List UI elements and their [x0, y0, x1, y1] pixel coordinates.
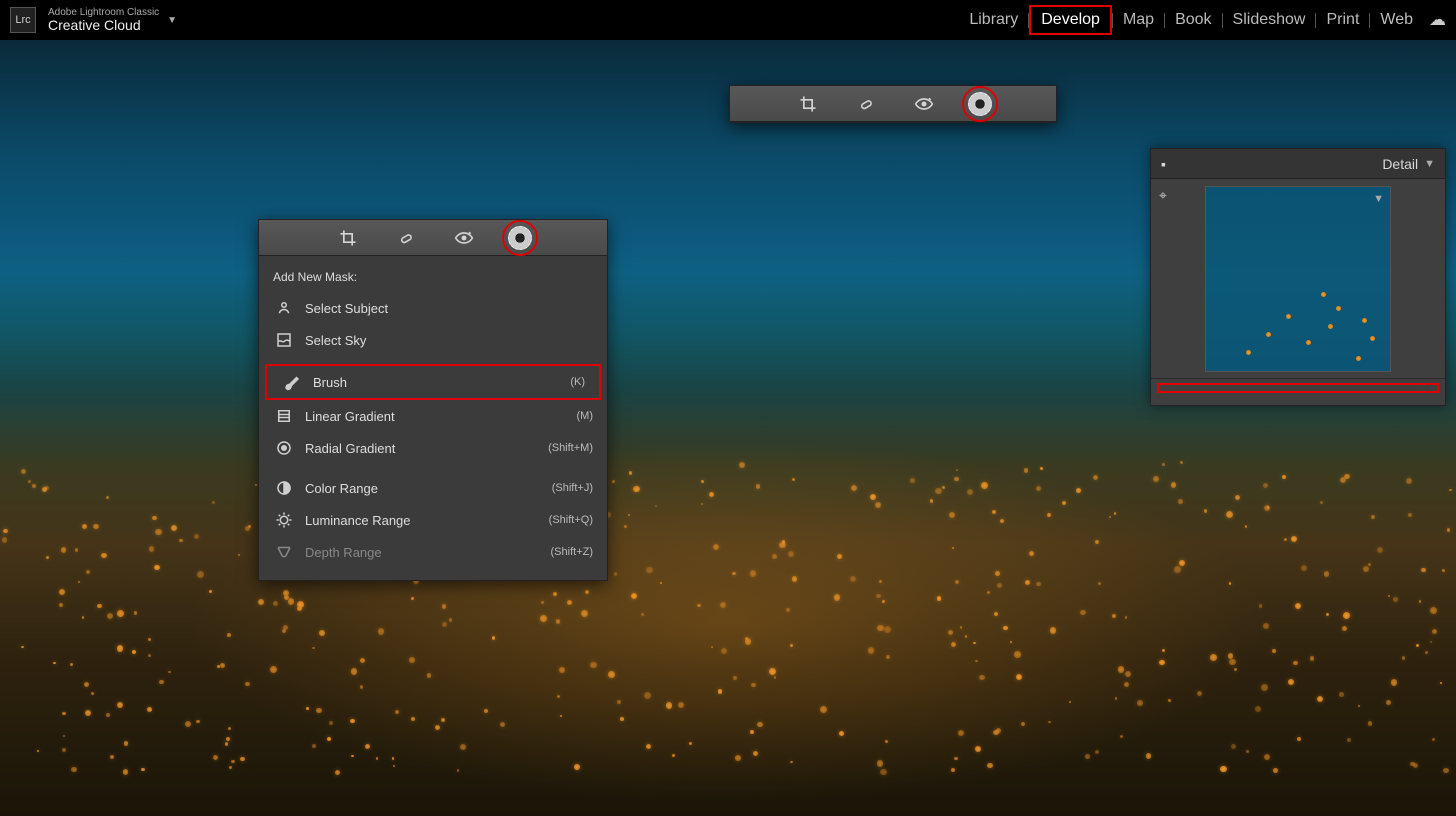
detail-panel-header[interactable]: ▪ Detail ▼ [1151, 149, 1445, 179]
luminance-icon [273, 511, 295, 529]
mask-select-subject[interactable]: Select Subject [259, 292, 607, 324]
masking-tool-icon[interactable] [508, 226, 532, 250]
crop-tool-icon[interactable] [334, 224, 362, 252]
detail-panel-title: Detail [1382, 156, 1418, 172]
module-library[interactable]: Library [959, 7, 1028, 33]
detail-preview[interactable]: ▼ [1205, 186, 1391, 372]
mask-label: Select Sky [305, 333, 366, 348]
mask-select-sky[interactable]: Select Sky [259, 324, 607, 356]
lrc-logo-icon: Lrc [10, 7, 36, 33]
mask-label: Linear Gradient [305, 409, 395, 424]
heal-tool-icon[interactable] [852, 90, 880, 118]
mask-label: Color Range [305, 481, 378, 496]
module-print[interactable]: Print [1316, 7, 1369, 33]
shortcut-label: (Shift+Q) [549, 514, 593, 526]
module-web[interactable]: Web [1370, 7, 1423, 33]
cloud-sync-icon[interactable]: ☁ [1429, 10, 1446, 30]
preview-caret-icon: ▼ [1373, 193, 1384, 205]
mask-linear-gradient[interactable]: Linear Gradient (M) [259, 400, 607, 432]
sky-icon [273, 331, 295, 349]
eye-tool-icon[interactable] [450, 224, 478, 252]
mask-label: Select Subject [305, 301, 388, 316]
shortcut-label: (Shift+Z) [551, 546, 593, 558]
module-slideshow[interactable]: Slideshow [1223, 7, 1316, 33]
masking-tool-icon[interactable] [968, 92, 992, 116]
color-icon [273, 479, 295, 497]
identity-plate: Creative Cloud [48, 18, 159, 33]
mask-depth-range: Depth Range (Shift+Z) [259, 536, 607, 568]
module-develop[interactable]: Develop [1029, 5, 1112, 35]
depth-icon [273, 543, 295, 561]
heal-tool-icon[interactable] [392, 224, 420, 252]
mask-radial-gradient[interactable]: Radial Gradient (Shift+M) [259, 432, 607, 464]
shortcut-label: (M) [577, 410, 594, 422]
mask-panel-left: Add New Mask: Select Subject Select Sky Bru… [258, 219, 608, 581]
mask-label: Depth Range [305, 545, 382, 560]
highlight-brush: Brush (K) [265, 364, 601, 400]
mask-label: Radial Gradient [305, 441, 395, 456]
brush-icon [281, 373, 303, 391]
panel-collapse-icon[interactable]: ▼ [1424, 158, 1435, 170]
shortcut-label: (K) [570, 376, 585, 388]
target-picker-icon[interactable]: ⌖ [1159, 187, 1167, 204]
linear-icon [273, 407, 295, 425]
mask-label: Brush [313, 375, 347, 390]
person-icon [273, 299, 295, 317]
shortcut-label: (Shift+M) [548, 442, 593, 454]
radial-icon [273, 439, 295, 457]
mask-brush[interactable]: Brush (K) [267, 366, 599, 398]
mask-color-range[interactable]: Color Range (Shift+J) [259, 472, 607, 504]
crop-tool-icon[interactable] [794, 90, 822, 118]
panel-handle-icon: ▪ [1161, 156, 1166, 172]
top-bar: Lrc Adobe Lightroom Classic Creative Clo… [0, 0, 1456, 40]
noise-reduction-highlight [1157, 383, 1439, 393]
module-picker: LibraryDevelopMapBookSlideshowPrintWeb [959, 5, 1423, 35]
detail-panel: ▪ Detail ▼ ⌖ ▼ [1150, 148, 1446, 406]
app-title[interactable]: Adobe Lightroom Classic Creative Cloud [48, 7, 159, 33]
module-map[interactable]: Map [1113, 7, 1164, 33]
module-book[interactable]: Book [1165, 7, 1221, 33]
dropdown-caret-icon[interactable]: ▼ [167, 15, 177, 26]
mask-panel-right [729, 85, 1057, 123]
eye-tool-icon[interactable] [910, 90, 938, 118]
shortcut-label: (Shift+J) [552, 482, 593, 494]
detail-preview-area: ⌖ ▼ [1151, 179, 1445, 379]
mask-luminance-range[interactable]: Luminance Range (Shift+Q) [259, 504, 607, 536]
mask-label: Luminance Range [305, 513, 411, 528]
add-new-mask-label: Add New Mask: [259, 266, 607, 292]
